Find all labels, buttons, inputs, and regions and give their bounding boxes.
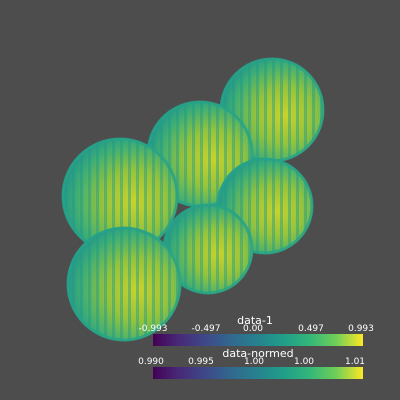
render-viewport[interactable]: data-1 -0.993 -0.497 0.00 0.497 0.993 da… [0, 0, 400, 400]
colorbar-tick: 0.995 [188, 357, 214, 367]
colorbar-tick: 0.990 [138, 357, 164, 367]
colorbar-tick: -0.993 [138, 324, 168, 334]
colorbar-data-normed [153, 367, 363, 379]
colorbar-tick: 1.00 [243, 357, 265, 367]
colorbar-tick: 0.497 [298, 324, 324, 334]
colorbar-tick: 0.00 [242, 324, 264, 334]
colorbar-tick: -0.497 [191, 324, 221, 334]
colorbar-tick: 1.00 [293, 357, 315, 367]
colorbar-data-1 [153, 334, 363, 346]
colorbar-tick: 0.993 [348, 324, 374, 334]
colorbar-tick: 1.01 [344, 357, 366, 367]
